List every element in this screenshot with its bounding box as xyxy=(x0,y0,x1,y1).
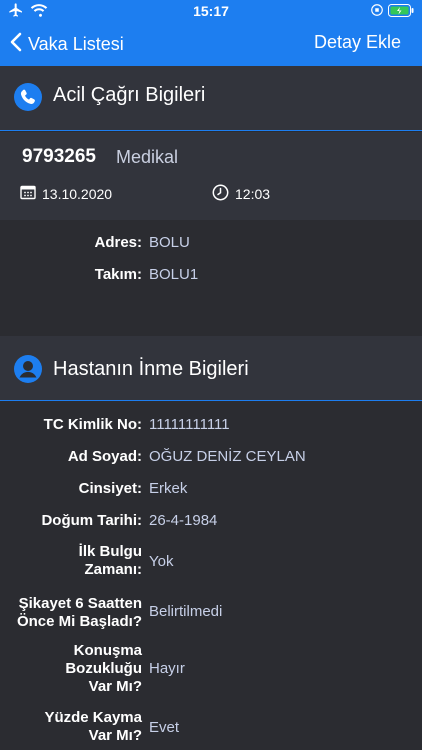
face-droop-value: Evet xyxy=(149,719,180,736)
phone-icon xyxy=(14,83,42,111)
chevron-left-icon xyxy=(10,32,22,57)
first-symptom-value: Yok xyxy=(149,553,174,570)
team-row: Takım: BOLU1 xyxy=(0,266,422,298)
navigation-bar: Vaka Listesi Detay Ekle xyxy=(0,22,422,66)
top-bar: 15:17 Vaka Listesi Detay Ekle xyxy=(0,0,422,66)
add-detail-button[interactable]: Detay Ekle xyxy=(314,32,401,53)
first-symptom-row: İlk Bulgu Zamanı: Yok xyxy=(0,543,422,583)
face-droop-label: Yüzde Kayma Var Mı? xyxy=(44,709,142,744)
complaint-label: Şikayet 6 Saatten Önce Mi Başladı? xyxy=(16,595,142,630)
name-value: OĞUZ DENİZ CEYLAN xyxy=(149,448,306,465)
address-row: Adres: BOLU xyxy=(0,234,422,266)
speech-value: Hayır xyxy=(149,660,185,677)
gender-value: Erkek xyxy=(149,480,188,497)
face-droop-row: Yüzde Kayma Var Mı? Evet xyxy=(0,709,422,749)
name-row: Ad Soyad: OĞUZ DENİZ CEYLAN xyxy=(0,448,422,480)
birthdate-value: 26-4-1984 xyxy=(149,512,218,529)
case-number: 9793265 xyxy=(22,146,96,167)
team-value: BOLU1 xyxy=(149,266,199,283)
case-summary-card: 9793265 Medikal 13.10.2020 12:03 xyxy=(0,132,422,220)
speech-label: Konuşma Bozukluğu Var Mı? xyxy=(65,642,142,695)
orientation-lock-icon xyxy=(370,3,384,20)
case-time: 12:03 xyxy=(212,184,270,204)
status-time: 15:17 xyxy=(193,3,229,19)
back-label: Vaka Listesi xyxy=(28,34,124,54)
gender-label: Cinsiyet: xyxy=(78,480,142,497)
case-date: 13.10.2020 xyxy=(20,184,112,203)
case-type: Medikal xyxy=(116,147,179,167)
address-value: BOLU xyxy=(149,234,190,251)
calendar-icon xyxy=(20,184,36,203)
tc-row: TC Kimlik No: 11111111111 xyxy=(0,416,422,448)
status-right xyxy=(370,3,414,20)
patient-section-header: Hastanın İnme Bigileri xyxy=(0,336,422,401)
tc-label: TC Kimlik No: xyxy=(43,416,142,433)
birthdate-label: Doğum Tarihi: xyxy=(41,512,142,529)
emergency-section-header: Acil Çağrı Bigileri xyxy=(0,66,422,131)
back-button[interactable]: Vaka Listesi xyxy=(10,32,124,57)
complaint-row: Şikayet 6 Saatten Önce Mi Başladı? Belir… xyxy=(0,595,422,635)
team-label: Takım: xyxy=(94,266,142,283)
address-label: Adres: xyxy=(94,234,142,251)
complaint-value: Belirtilmedi xyxy=(149,603,223,620)
birthdate-row: Doğum Tarihi: 26-4-1984 xyxy=(0,512,422,544)
user-icon xyxy=(14,355,42,383)
speech-row: Konuşma Bozukluğu Var Mı? Hayır xyxy=(0,642,422,698)
emergency-section-title: Acil Çağrı Bigileri xyxy=(53,84,206,106)
patient-section-title: Hastanın İnme Bigileri xyxy=(53,358,249,380)
case-date-value: 13.10.2020 xyxy=(42,185,113,202)
battery-icon xyxy=(388,3,414,20)
clock-icon xyxy=(212,184,229,204)
case-time-value: 12:03 xyxy=(235,186,271,202)
gender-row: Cinsiyet: Erkek xyxy=(0,480,422,512)
tc-value: 11111111111 xyxy=(149,416,230,433)
status-bar: 15:17 xyxy=(0,0,422,22)
name-label: Ad Soyad: xyxy=(67,448,142,465)
first-symptom-label: İlk Bulgu Zamanı: xyxy=(78,543,142,578)
